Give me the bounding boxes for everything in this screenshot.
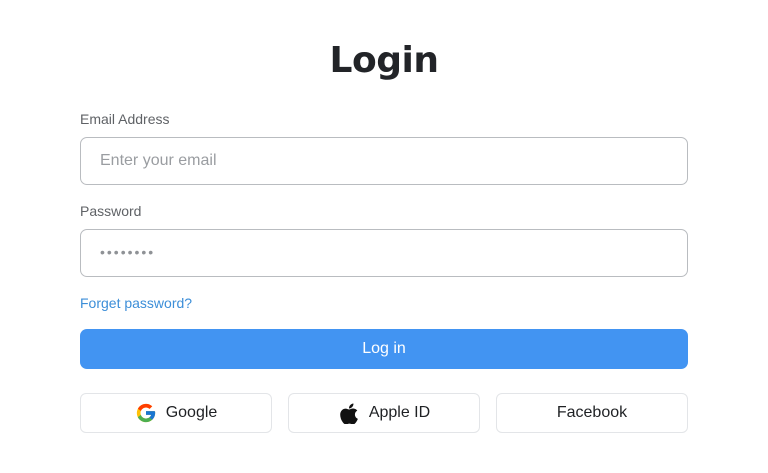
password-label: Password [80,203,142,219]
google-login-button[interactable]: Google [80,393,272,433]
forgot-password-link[interactable]: Forget password? [80,295,192,311]
apple-login-button[interactable]: Apple ID [288,393,480,433]
apple-login-label: Apple ID [368,404,431,421]
password-field[interactable] [80,229,688,277]
login-button[interactable]: Log in [80,329,688,369]
email-label: Email Address [80,111,170,127]
page-title: Login [329,40,439,81]
facebook-login-button[interactable]: Facebook [496,393,688,433]
facebook-login-label: Facebook [556,404,628,421]
apple-icon [338,402,360,424]
google-icon [135,402,157,424]
google-login-label: Google [165,404,218,421]
email-field[interactable] [80,137,688,185]
login-page: Login Email Address Password Forget pass… [0,0,768,473]
